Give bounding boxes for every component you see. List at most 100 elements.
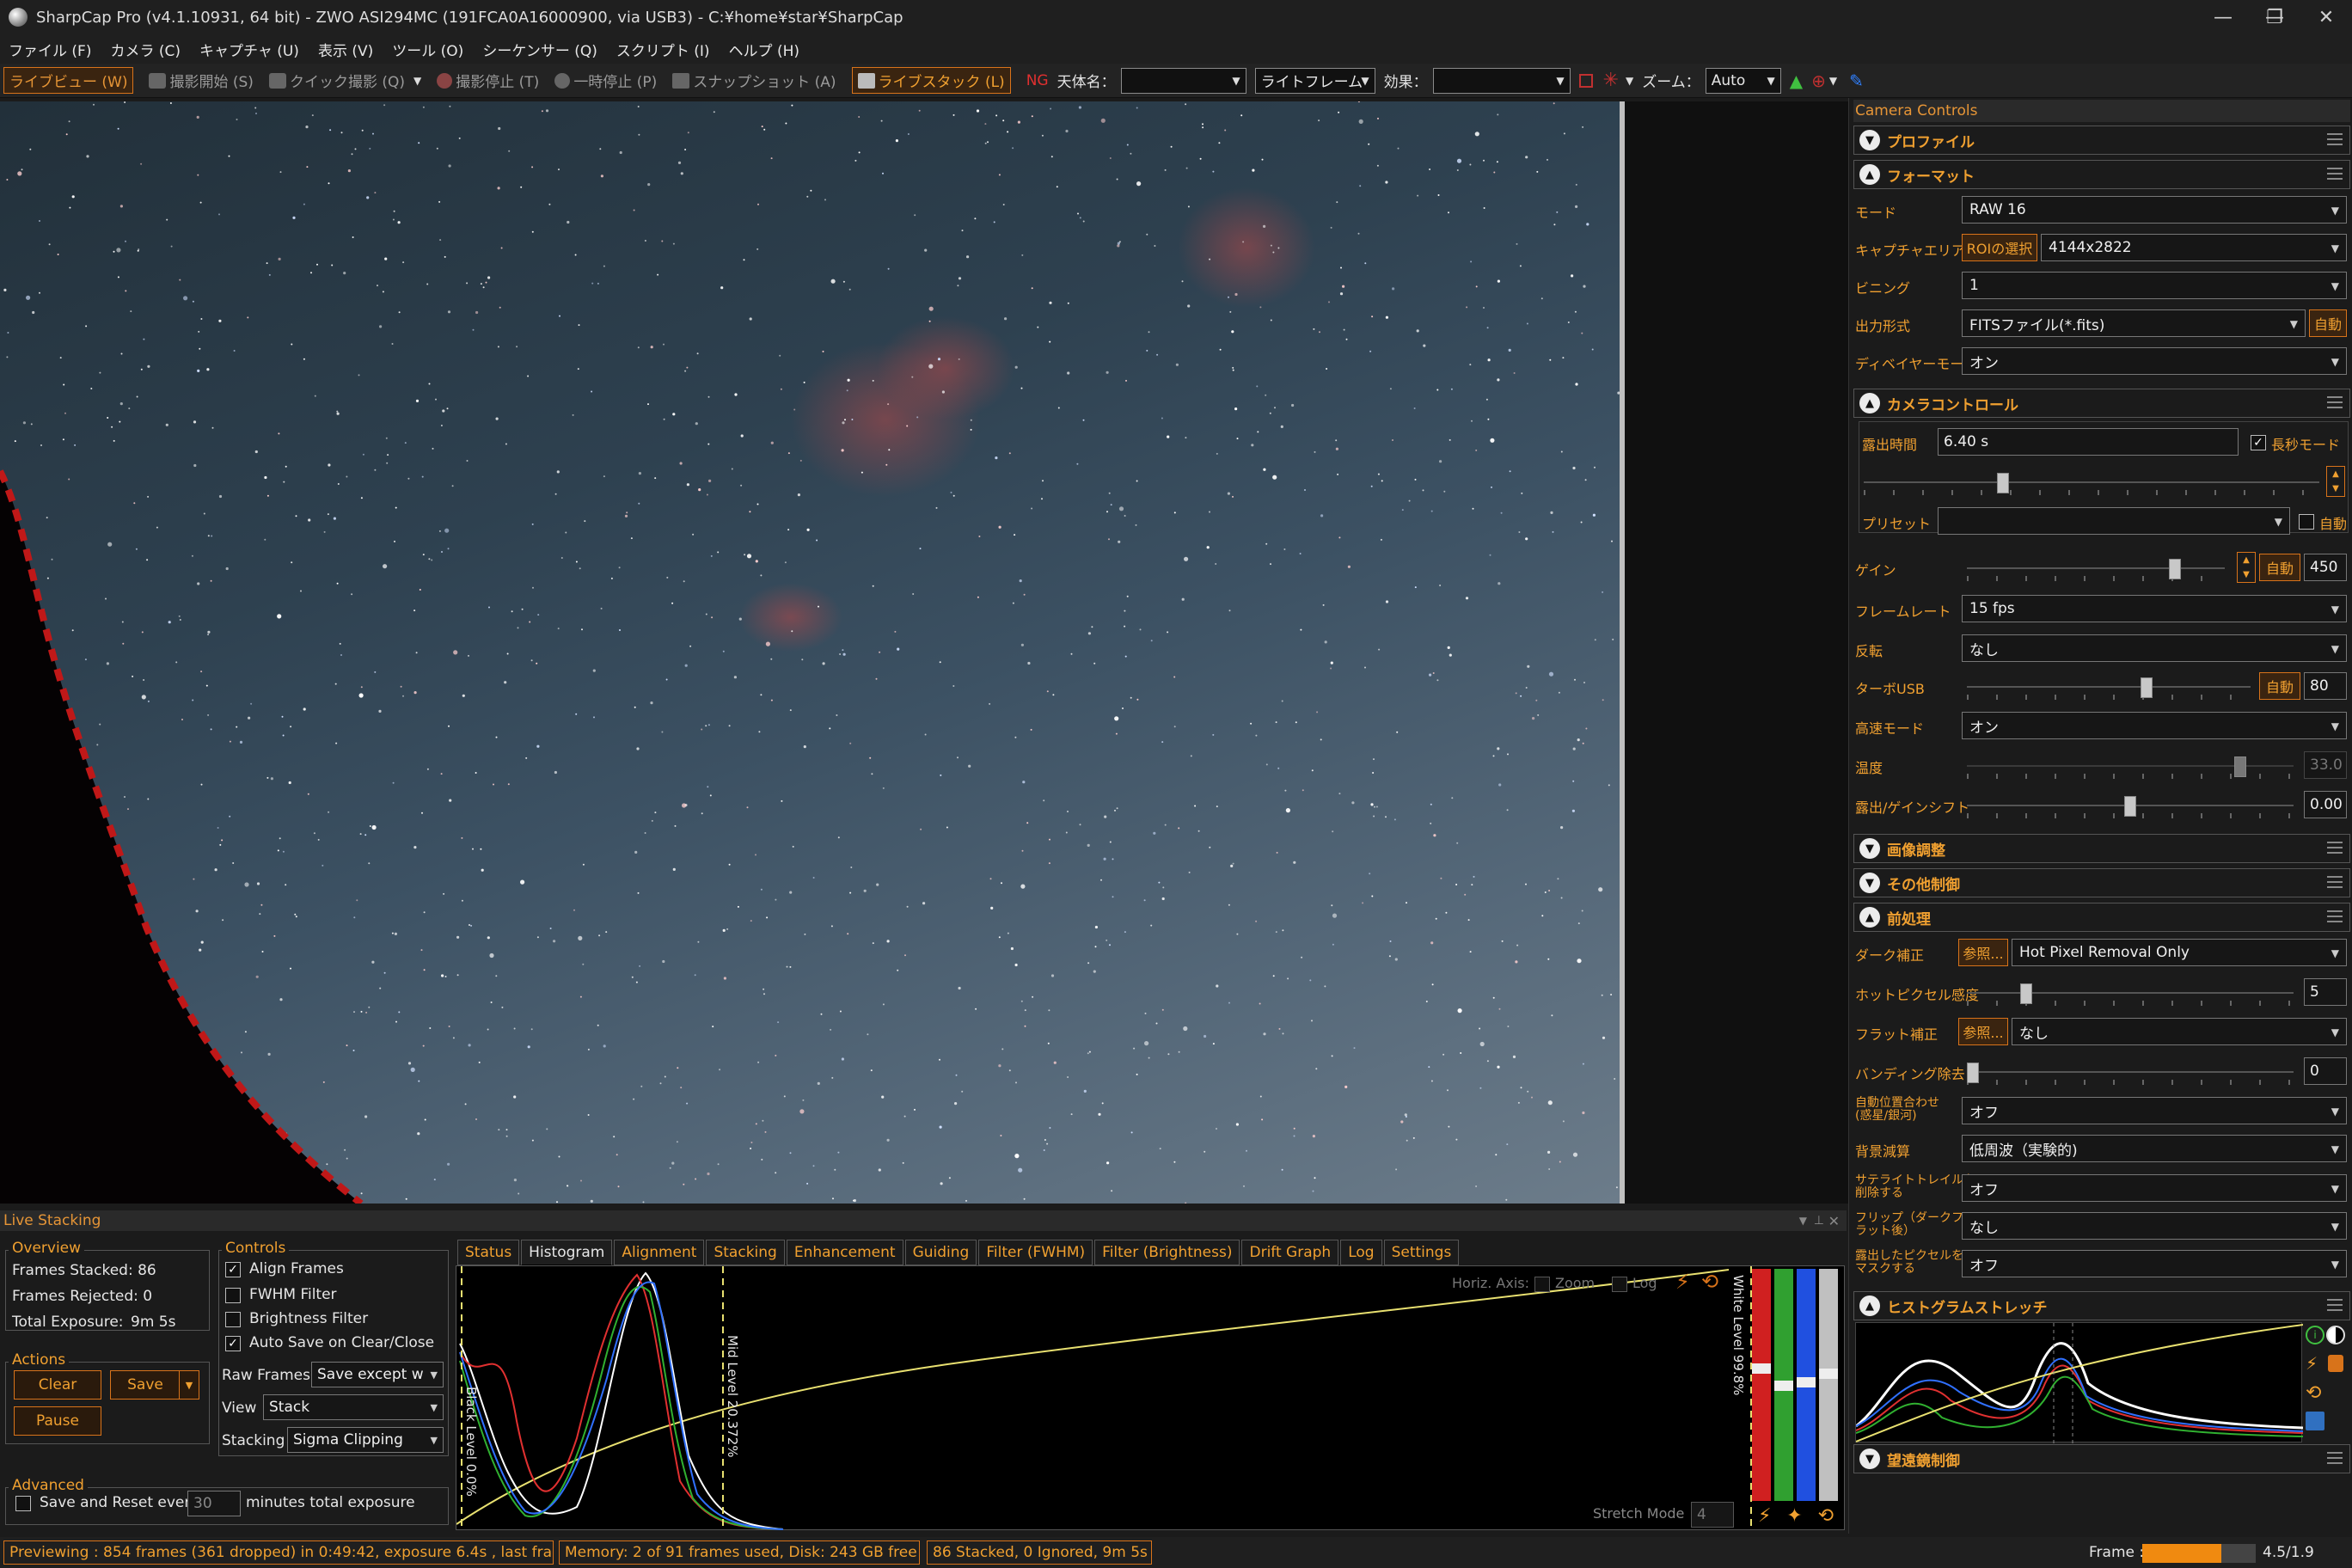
save-options-dropdown[interactable]: ▼ (179, 1370, 199, 1400)
frame-type-dropdown[interactable]: ライトフレーム ▼ (1254, 67, 1375, 94)
pause-stacking-button[interactable]: Pause (14, 1406, 101, 1436)
flip-dropdown[interactable]: なし ▼ (1962, 634, 2347, 662)
info-icon[interactable]: i (2306, 1326, 2324, 1344)
tab-alignment[interactable]: Alignment (614, 1240, 705, 1265)
capture-area-dropdown[interactable]: 4144x2822 ▼ (2041, 234, 2347, 261)
menu-help[interactable]: ヘルプ (H) (729, 39, 799, 60)
section-histogram-stretch[interactable]: ▲ ヒストグラムストレッチ (1853, 1291, 2350, 1320)
roi-icon[interactable] (1578, 73, 1596, 88)
stretch-mode-input[interactable]: 4 (1691, 1502, 1734, 1528)
histogram-icon[interactable]: ▲ (1790, 70, 1803, 91)
mini-histogram[interactable] (1855, 1322, 2304, 1443)
reset-icon[interactable]: ⟲ (1818, 1505, 1834, 1527)
chevron-down-icon[interactable]: ▼ (1829, 75, 1837, 87)
flip-after-dropdown[interactable]: なし ▼ (1962, 1212, 2347, 1240)
roi-select-button[interactable]: ROIの選択 (1962, 234, 2037, 261)
zoom-checkbox[interactable] (1534, 1277, 1550, 1292)
luminance-channel-slider[interactable] (1819, 1269, 1838, 1501)
menu-icon[interactable] (2327, 910, 2343, 922)
long-exposure-checkbox[interactable]: ✓ (2251, 435, 2266, 450)
brightness-filter-checkbox[interactable] (225, 1312, 241, 1327)
tab-histogram[interactable]: Histogram (521, 1240, 613, 1265)
exposure-slider-track[interactable] (1864, 481, 2319, 483)
green-channel-slider[interactable] (1774, 1269, 1793, 1501)
section-profile[interactable]: ▼ プロファイル (1853, 126, 2350, 155)
blue-channel-slider[interactable] (1797, 1269, 1816, 1501)
gain-value-input[interactable]: 450 (2304, 554, 2347, 581)
auto-save-checkbox[interactable]: ✓ (225, 1336, 241, 1351)
menu-file[interactable]: ファイル (F) (9, 39, 91, 60)
red-channel-slider[interactable] (1752, 1269, 1771, 1501)
stacking-dropdown[interactable]: Sigma Clipping ▼ (287, 1427, 444, 1453)
tab-drift-graph[interactable]: Drift Graph (1241, 1240, 1339, 1265)
start-capture-button[interactable]: 撮影開始 (S) (149, 70, 254, 91)
section-camera-control[interactable]: ▲ カメラコントロール (1853, 389, 2350, 418)
chevron-down-icon[interactable]: ▼ (1626, 75, 1633, 87)
stop-capture-button[interactable]: 撮影停止 (T) (437, 70, 539, 91)
close-button[interactable]: ✕ (2300, 0, 2352, 34)
menu-view[interactable]: 表示 (V) (318, 39, 373, 60)
tab-log[interactable]: Log (1340, 1240, 1382, 1265)
flat-browse-button[interactable]: 参照... (1958, 1018, 2008, 1045)
menu-icon[interactable] (2327, 842, 2343, 854)
dark-dropdown[interactable]: Hot Pixel Removal Only ▼ (2012, 939, 2347, 966)
dark-browse-button[interactable]: 参照... (1958, 939, 2008, 966)
fwhm-filter-checkbox[interactable] (225, 1288, 241, 1303)
tab-stacking[interactable]: Stacking (706, 1240, 785, 1265)
shift-slider-thumb[interactable] (2124, 796, 2136, 817)
section-other-controls[interactable]: ▼ その他制御 (1853, 868, 2350, 897)
menu-capture[interactable]: キャプチャ (U) (199, 39, 299, 60)
live-image[interactable] (0, 101, 1620, 1204)
tab-guiding[interactable]: Guiding (904, 1240, 977, 1265)
stack-histogram[interactable]: Black Level 0.0% Mid Level 20.372% White… (456, 1265, 1845, 1531)
feather-icon[interactable]: ✎ (1849, 70, 1864, 91)
minimize-button-2[interactable]: — (2197, 0, 2249, 34)
hotpixel-slider-track[interactable] (1967, 992, 2294, 994)
crosshair-icon[interactable]: ✳ (1603, 70, 1619, 91)
menu-icon[interactable] (2327, 396, 2343, 408)
reset-icon[interactable]: ⟲ (1701, 1270, 1718, 1294)
banding-value-input[interactable]: 0 (2304, 1057, 2347, 1085)
live-stack-button[interactable]: ライブスタック (L) (851, 67, 1011, 94)
quick-capture-button[interactable]: クイック撮影 (Q) ▼ (268, 70, 421, 91)
menu-icon[interactable] (2327, 168, 2343, 180)
pause-button[interactable]: 一時停止 (P) (554, 70, 657, 91)
effect-dropdown[interactable]: ▼ (1432, 67, 1571, 94)
turbo-value-input[interactable]: 80 (2304, 672, 2347, 700)
lock-icon[interactable] (2328, 1355, 2343, 1372)
focus-icon[interactable]: ⊕ (1811, 70, 1826, 91)
banding-slider-track[interactable] (1967, 1071, 2294, 1073)
view-dropdown[interactable]: Stack ▼ (263, 1394, 444, 1420)
tab-settings[interactable]: Settings (1383, 1240, 1460, 1265)
preset-auto-checkbox[interactable] (2299, 514, 2314, 530)
menu-camera[interactable]: カメラ (C) (110, 39, 181, 60)
turbo-slider-track[interactable] (1967, 686, 2251, 688)
tab-status[interactable]: Status (457, 1240, 520, 1265)
section-image-adjust[interactable]: ▼ 画像調整 (1853, 834, 2350, 863)
gain-slider-thumb[interactable] (2168, 559, 2181, 579)
auto-align-dropdown[interactable]: オフ ▼ (1962, 1097, 2347, 1124)
raw-frames-dropdown[interactable]: Save except w ▼ (311, 1362, 444, 1387)
menu-icon[interactable] (2327, 133, 2343, 145)
preview-button[interactable]: ライブビュー (W) (3, 67, 134, 94)
align-frames-checkbox[interactable]: ✓ (225, 1262, 241, 1277)
zoom-dropdown[interactable]: Auto ▼ (1705, 67, 1781, 94)
tab-filter-fwhm[interactable]: Filter (FWHM) (978, 1240, 1093, 1265)
preset-dropdown[interactable]: ▼ (1938, 507, 2290, 535)
turbo-auto-button[interactable]: 自動 (2259, 672, 2300, 700)
hotpixel-slider-thumb[interactable] (2020, 983, 2033, 1004)
background-subtraction-dropdown[interactable]: 低周波（実験的) ▼ (1962, 1135, 2347, 1162)
exposure-spinner[interactable]: ▲ ▼ (2326, 466, 2345, 497)
mode-dropdown[interactable]: RAW 16 ▼ (1962, 196, 2347, 224)
contrast-icon[interactable] (2326, 1326, 2345, 1344)
menu-icon[interactable] (2327, 876, 2343, 888)
banding-slider-thumb[interactable] (1967, 1063, 1979, 1083)
lightning-icon[interactable]: ⚡ (2306, 1353, 2318, 1374)
chevron-down-icon[interactable]: ▼ (413, 75, 421, 87)
shift-value-input[interactable]: 0.00 (2304, 791, 2347, 818)
reset-icon[interactable]: ⟲ (2306, 1382, 2321, 1404)
maximize-button[interactable]: ❐ (2249, 0, 2300, 34)
menu-sequencer[interactable]: シーケンサー (Q) (482, 39, 597, 60)
close-icon[interactable]: ✕ (1828, 1213, 1840, 1229)
chevron-down-icon[interactable]: ▼ (1799, 1215, 1807, 1227)
